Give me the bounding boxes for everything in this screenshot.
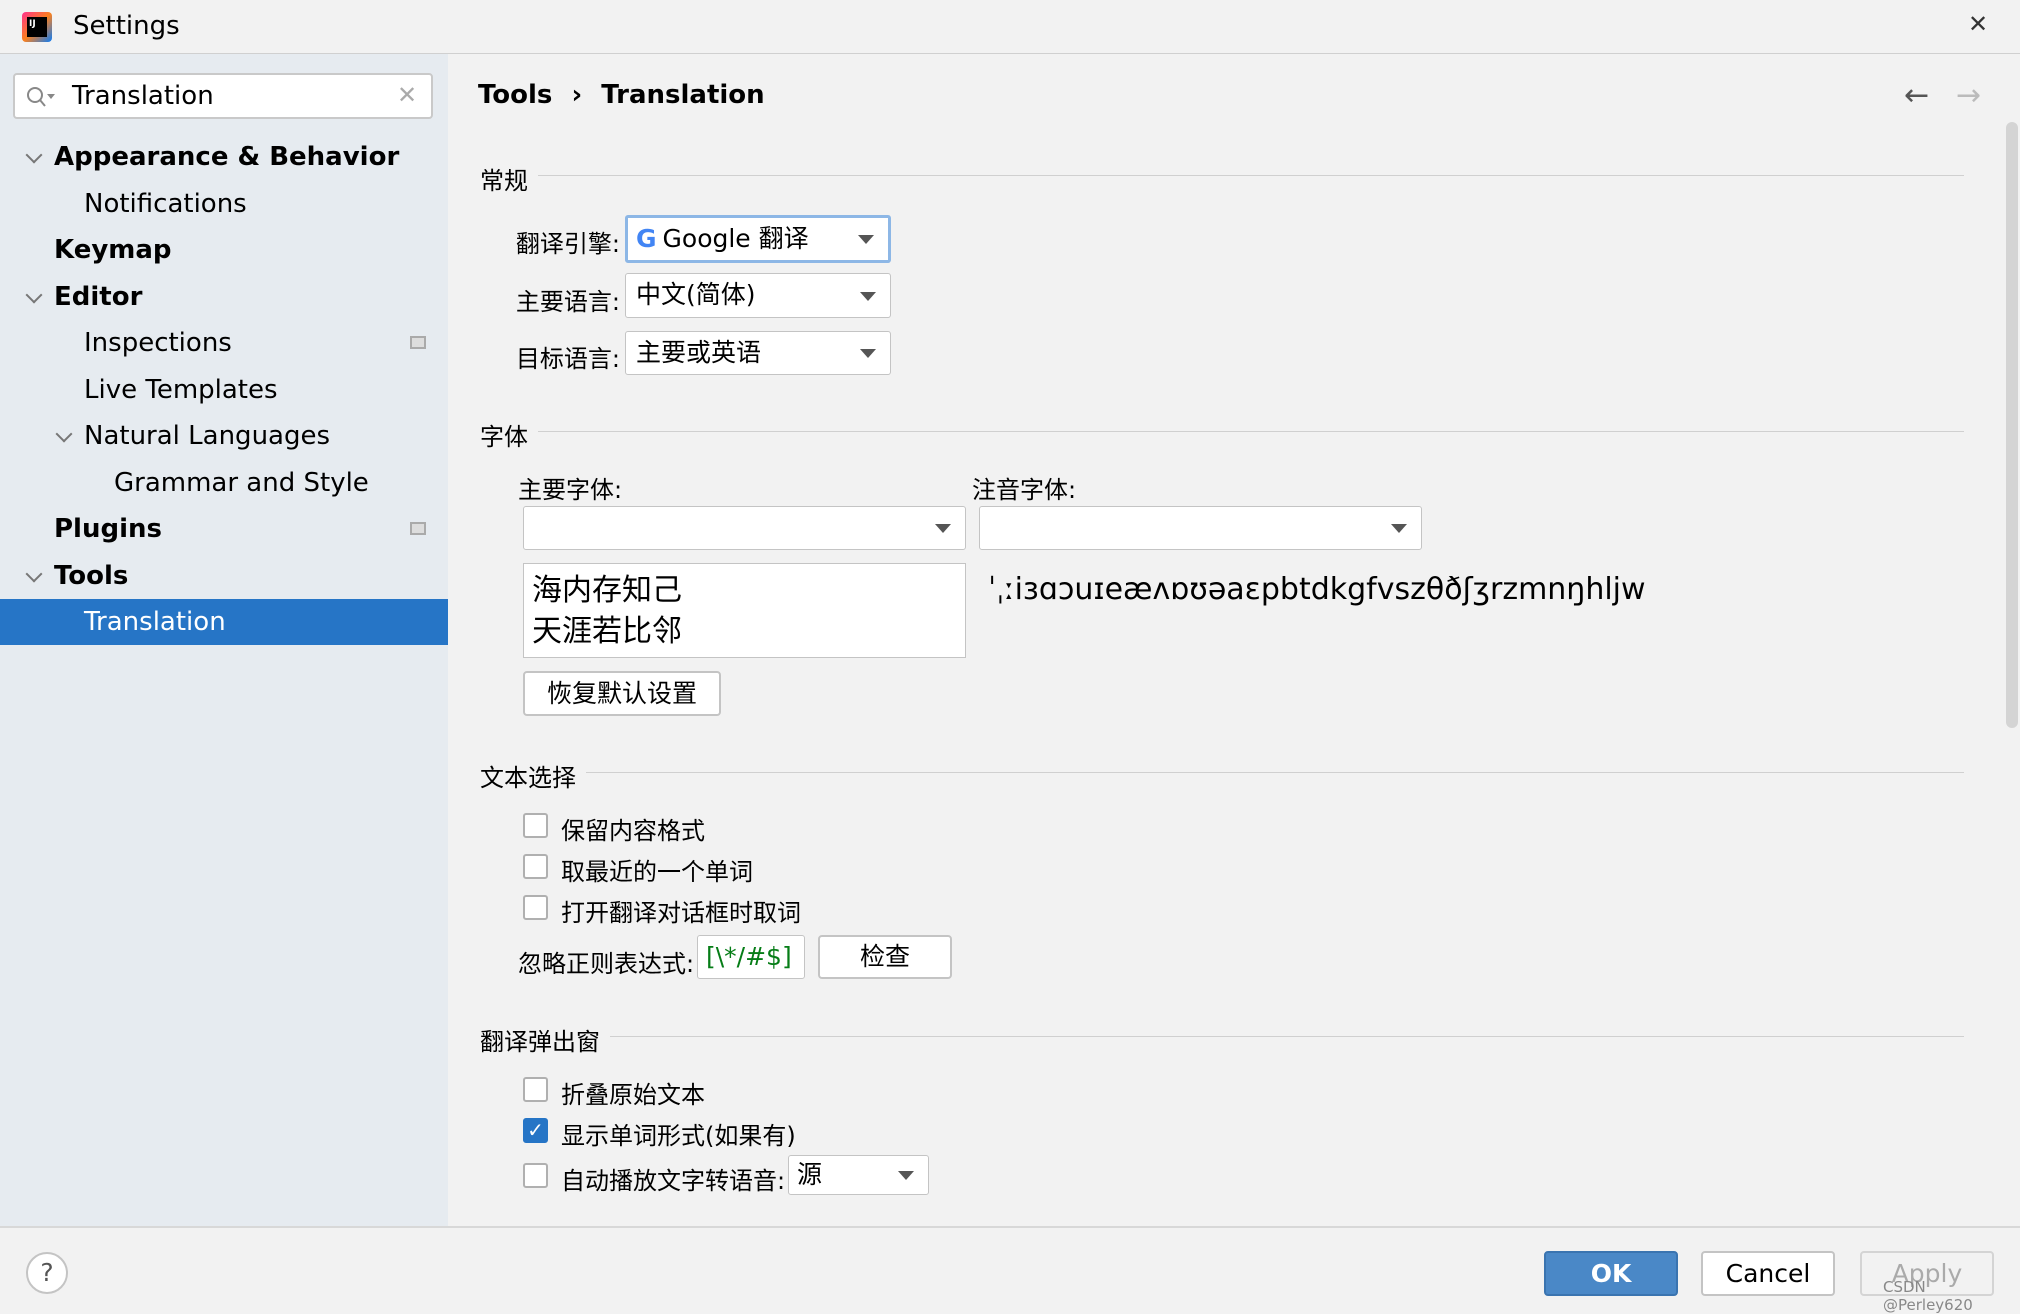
checkbox[interactable] <box>523 1163 548 1188</box>
section-popup-title: 翻译弹出窗 <box>480 1028 600 1056</box>
regex-input[interactable]: [\*/#$] <box>697 935 805 979</box>
project-settings-icon <box>410 522 426 535</box>
chevron-down-icon <box>935 524 951 533</box>
help-button[interactable]: ? <box>26 1252 68 1294</box>
sidebar-item-label: Translation <box>84 607 226 637</box>
sidebar-item-label: Editor <box>54 281 143 312</box>
chevron-down-icon <box>860 291 876 301</box>
target-language-select[interactable]: 主要或英语 <box>625 331 891 375</box>
phonetic-font-label: 注音字体: <box>972 476 1077 504</box>
sidebar-item-label: Appearance & Behavior <box>54 142 400 172</box>
sidebar-item-appearance-behavior[interactable]: Appearance & Behavior <box>0 134 448 180</box>
sidebar-item-inspections[interactable]: Inspections <box>0 320 448 366</box>
footer: ? OK Cancel Apply CSDN @Perley620 <box>0 1226 2020 1314</box>
chevron-down-icon <box>858 235 874 244</box>
font-preview: 海内存知己 天涯若比邻 <box>523 563 966 658</box>
check-button[interactable]: 检查 <box>818 935 952 979</box>
watermark: CSDN @Perley620 <box>1883 1278 1973 1314</box>
scrollbar[interactable] <box>2006 122 2018 728</box>
checkbox-label[interactable]: 自动播放文字转语音: <box>561 1161 785 1196</box>
checkbox[interactable] <box>523 854 548 879</box>
chevron-down-icon[interactable] <box>25 286 43 303</box>
divider <box>538 175 1964 176</box>
divider <box>610 1036 1964 1037</box>
title-bar: IJ Settings ✕ <box>0 0 2020 54</box>
target-language-label: 目标语言: <box>515 345 620 373</box>
sidebar-item-label: Grammar and Style <box>114 467 369 498</box>
close-icon[interactable]: ✕ <box>1968 10 1988 38</box>
back-arrow-icon[interactable]: ← <box>1904 78 1929 113</box>
reset-defaults-button[interactable]: 恢复默认设置 <box>523 671 721 716</box>
checkbox-label[interactable]: 折叠原始文本 <box>561 1075 705 1110</box>
checkbox-label[interactable]: 显示单词形式(如果有) <box>561 1116 796 1151</box>
sidebar-item-label: Natural Languages <box>84 421 331 451</box>
project-settings-icon <box>410 336 426 349</box>
sidebar-item-label: Inspections <box>84 328 232 358</box>
primary-language-select[interactable]: 中文(简体) <box>625 273 891 318</box>
search-input[interactable]: Translation <box>72 81 214 111</box>
clear-search-icon[interactable]: ✕ <box>397 81 417 109</box>
sidebar-item-keymap[interactable]: Keymap <box>0 227 448 273</box>
primary-font-label: 主要字体: <box>518 476 623 504</box>
search-icon[interactable] <box>25 85 57 109</box>
checkbox[interactable] <box>523 813 548 838</box>
section-font-title: 字体 <box>480 423 528 451</box>
chevron-down-icon[interactable] <box>25 146 43 164</box>
window-title: Settings <box>73 11 180 41</box>
sidebar-item-plugins[interactable]: Plugins <box>0 506 448 552</box>
chevron-down-icon[interactable] <box>25 565 43 582</box>
checkbox-label[interactable]: 打开翻译对话框时取词 <box>561 893 801 928</box>
section-selection-title: 文本选择 <box>480 764 576 792</box>
tts-select[interactable]: 源 <box>788 1155 929 1195</box>
sidebar-item-tools[interactable]: Tools <box>0 553 448 599</box>
checkbox[interactable]: ✓ <box>523 1118 548 1143</box>
app-logo-icon: IJ <box>22 12 52 42</box>
sidebar-item-label: Keymap <box>54 235 172 265</box>
primary-font-select[interactable] <box>523 506 966 550</box>
sidebar-item-live-templates[interactable]: Live Templates <box>0 367 448 413</box>
checkbox-label[interactable]: 保留内容格式 <box>561 811 705 846</box>
engine-label: 翻译引擎: <box>515 230 620 258</box>
cancel-button[interactable]: Cancel <box>1701 1251 1835 1296</box>
engine-select[interactable]: G Google 翻译 <box>625 215 891 263</box>
section-general-title: 常规 <box>480 167 528 195</box>
sidebar-item-notifications[interactable]: Notifications <box>0 181 448 227</box>
google-icon: G <box>636 224 657 253</box>
ok-button[interactable]: OK <box>1544 1251 1678 1296</box>
phonetic-preview: ˈˌːiɜɑɔuɪeæʌɒʊəaɛpbtdkgfvszθðʃʒrzmnŋhljw <box>988 572 1646 607</box>
search-field[interactable]: Translation ✕ <box>13 73 433 119</box>
chevron-down-icon[interactable] <box>55 425 73 443</box>
sidebar: Translation ✕ Appearance & Behavior Notif… <box>0 54 448 1226</box>
divider <box>586 772 1964 773</box>
sidebar-item-label: Live Templates <box>84 374 278 405</box>
chevron-down-icon <box>860 349 876 358</box>
sidebar-item-grammar-and-style[interactable]: Grammar and Style <box>0 460 448 506</box>
breadcrumb-separator: › <box>571 80 583 110</box>
forward-arrow-icon[interactable]: → <box>1956 78 1981 113</box>
breadcrumb-parent[interactable]: Tools <box>478 80 552 110</box>
breadcrumb: Tools › Translation <box>478 80 765 110</box>
divider <box>538 431 1964 432</box>
chevron-down-icon <box>1391 524 1407 533</box>
primary-language-label: 主要语言: <box>515 288 620 316</box>
regex-label: 忽略正则表达式: <box>518 950 695 978</box>
sidebar-item-editor[interactable]: Editor <box>0 274 448 320</box>
sidebar-item-label: Notifications <box>84 188 247 219</box>
phonetic-font-select[interactable] <box>979 506 1422 550</box>
checkbox-label[interactable]: 取最近的一个单词 <box>561 852 753 887</box>
sidebar-item-translation[interactable]: Translation <box>0 599 448 645</box>
sidebar-item-label: Plugins <box>54 514 162 544</box>
checkbox[interactable] <box>523 1077 548 1102</box>
chevron-down-icon <box>898 1171 914 1180</box>
checkbox[interactable] <box>523 895 548 920</box>
breadcrumb-current: Translation <box>601 80 765 110</box>
sidebar-item-natural-languages[interactable]: Natural Languages <box>0 413 448 459</box>
sidebar-item-label: Tools <box>54 560 129 591</box>
